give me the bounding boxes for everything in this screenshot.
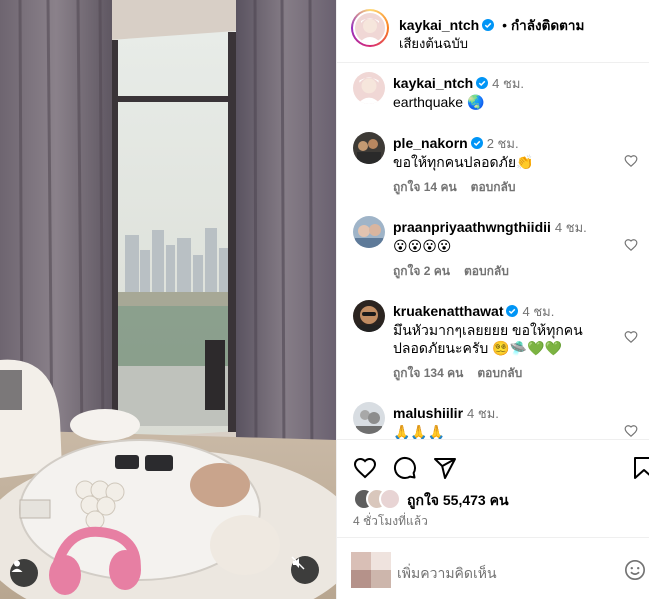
reply-button[interactable]: ตอบกลับ: [471, 180, 516, 194]
comment-meta: ถูกใจ 2 คน ตอบกลับ: [393, 262, 523, 281]
comment-time[interactable]: 4 ชม.: [522, 304, 554, 319]
comment-avatar[interactable]: [353, 402, 385, 434]
comment-meta: ถูกใจ 134 คน ตอบกลับ: [393, 364, 536, 383]
avatar-image: [355, 224, 383, 248]
post-time[interactable]: 4 ชั่วโมงที่แล้ว: [353, 512, 428, 531]
like-comment-heart-icon[interactable]: [624, 154, 638, 168]
like-comment-heart-icon[interactable]: [624, 238, 638, 252]
comment-username[interactable]: malushiilir: [393, 405, 463, 421]
comment-text-line-1: มึนหัวมากๆเลยยยย ขอให้ทุกคน: [393, 322, 583, 338]
avatar-image: [356, 410, 382, 434]
comment-text: 🙏🙏🙏: [393, 424, 446, 439]
comment-username[interactable]: praanpriyaathwngthiidii: [393, 219, 551, 235]
comment-text-line-2: ปลอดภัยนะครับ 😵‍💫🛸💚💚: [393, 340, 562, 356]
post-sidebar: kaykai_ntch • กำลังติดตาม เสียงต้นฉบับ ka…: [336, 0, 649, 599]
add-comment-bar: เพิ่มความคิดเห็น: [337, 537, 649, 601]
comment-text: 😮😮😮😮: [393, 238, 452, 254]
comment-time[interactable]: 4 ชม.: [467, 406, 499, 421]
liker-avatar: [379, 488, 401, 510]
caption-username[interactable]: kaykai_ntch: [393, 75, 473, 91]
person-icon: [11, 560, 23, 572]
author-username[interactable]: kaykai_ntch: [399, 17, 479, 33]
comment-username[interactable]: ple_nakorn: [393, 135, 468, 151]
comment-time[interactable]: 4 ชม.: [555, 220, 587, 235]
like-heart-icon[interactable]: [353, 456, 377, 480]
original-audio-link[interactable]: เสียงต้นฉบับ: [399, 33, 468, 54]
add-comment-input[interactable]: เพิ่มความคิดเห็น: [397, 563, 497, 585]
post-header: kaykai_ntch • กำลังติดตาม เสียงต้นฉบับ: [337, 0, 649, 63]
author-avatar: [355, 13, 385, 43]
reply-button[interactable]: ตอบกลับ: [477, 366, 522, 380]
room-photo: [0, 0, 336, 599]
avatar-image: [357, 306, 381, 332]
post-media[interactable]: [0, 0, 336, 599]
likes-count[interactable]: ถูกใจ 55,473 คน: [407, 490, 509, 512]
comment-likes[interactable]: ถูกใจ 2 คน: [393, 264, 450, 278]
verified-badge-icon: [476, 77, 489, 89]
verified-badge-icon: [470, 137, 483, 149]
share-send-icon[interactable]: [433, 456, 457, 480]
separator-dot: •: [502, 17, 507, 33]
comment-meta: ถูกใจ 14 คน ตอบกลับ: [393, 178, 530, 197]
comment-avatar[interactable]: [353, 132, 385, 164]
comment-text: ขอให้ทุกคนปลอดภัย👏: [393, 154, 534, 170]
comment-likes[interactable]: ถูกใจ 134 คน: [393, 366, 463, 380]
comment-likes[interactable]: ถูกใจ 14 คน: [393, 180, 457, 194]
comment-avatar[interactable]: [353, 216, 385, 248]
smiley-icon[interactable]: [624, 559, 646, 581]
following-button[interactable]: กำลังติดตาม: [511, 18, 584, 33]
post-actions: ถูกใจ 55,473 คน 4 ชั่วโมงที่แล้ว เพิ่มคว…: [337, 439, 649, 600]
comments-list[interactable]: kaykai_ntch 4 ชม. earthquake 🌏 ple_nakorn…: [337, 62, 649, 439]
reply-button[interactable]: ตอบกลับ: [464, 264, 509, 278]
mute-button[interactable]: [291, 556, 319, 584]
caption-text: earthquake 🌏: [393, 94, 485, 110]
caption-avatar[interactable]: [353, 72, 385, 104]
comment-time[interactable]: 2 ชม.: [487, 136, 519, 151]
comment-avatar[interactable]: [353, 300, 385, 332]
avatar-image: [359, 18, 381, 43]
avatar-image: [357, 139, 381, 164]
save-bookmark-icon[interactable]: [633, 456, 649, 480]
verified-badge-icon: [482, 19, 495, 31]
like-comment-heart-icon[interactable]: [624, 424, 638, 438]
comment-username[interactable]: kruakenatthawat: [393, 303, 503, 319]
commenter-avatar: [351, 552, 391, 588]
author-avatar-ring[interactable]: [351, 9, 389, 47]
comment-bubble-icon[interactable]: [393, 456, 417, 480]
avatar-image: [357, 77, 381, 104]
like-comment-heart-icon[interactable]: [624, 330, 638, 344]
speaker-muted-icon: [291, 556, 305, 570]
tagged-users-button[interactable]: [10, 559, 38, 587]
caption-time[interactable]: 4 ชม.: [492, 76, 524, 91]
verified-badge-icon: [506, 305, 519, 317]
